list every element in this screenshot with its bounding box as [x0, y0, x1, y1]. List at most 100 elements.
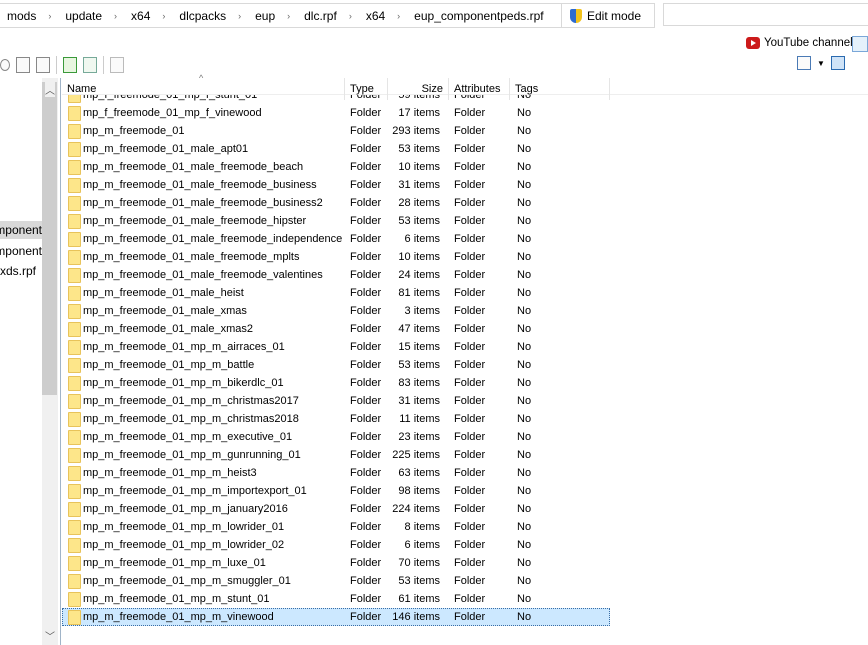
row-name: mp_m_freemode_01_male_freemode_independe…	[83, 233, 343, 245]
shield-icon	[570, 8, 582, 23]
table-row[interactable]: mp_m_freemode_01_mp_m_smuggler_01 Folder…	[62, 572, 610, 590]
row-type: Folder	[350, 377, 382, 389]
breadcrumb-item[interactable]: update ›	[58, 4, 124, 27]
table-row[interactable]: mp_m_freemode_01_mp_m_airraces_01 Folder…	[62, 338, 610, 356]
column-header: ^ Name Type Size Attributes Tags	[62, 73, 868, 100]
import-icon[interactable]	[63, 57, 77, 73]
chevron-right-icon: ›	[287, 10, 291, 21]
folder-icon	[68, 178, 81, 193]
text-editor-icon[interactable]	[16, 57, 30, 73]
search-input[interactable]	[663, 3, 868, 26]
table-row[interactable]: mp_m_freemode_01_male_freemode_mplts Fol…	[62, 248, 610, 266]
row-attributes: Folder	[454, 179, 486, 191]
breadcrumb-item[interactable]: mods ›	[0, 4, 58, 27]
breadcrumb-item[interactable]: x64 ›	[359, 4, 407, 27]
row-name: mp_m_freemode_01_male_freemode_business	[83, 179, 317, 191]
row-attributes: Folder	[454, 413, 486, 425]
table-row[interactable]: mp_m_freemode_01_mp_m_gunrunning_01 Fold…	[62, 446, 610, 464]
table-row[interactable]: mp_m_freemode_01_mp_m_january2016 Folder…	[62, 500, 610, 518]
row-name: mp_m_freemode_01_male_freemode_valentine…	[83, 269, 323, 281]
details-view-icon[interactable]	[797, 56, 811, 70]
table-row[interactable]: mp_m_freemode_01_male_freemode_business2…	[62, 194, 610, 212]
breadcrumb-label: dlc.rpf	[304, 8, 337, 23]
properties-icon[interactable]	[0, 59, 10, 71]
row-name: mp_m_freemode_01_mp_m_stunt_01	[83, 593, 270, 605]
row-tags: No	[517, 359, 532, 371]
edit-mode-button[interactable]: Edit mode	[561, 4, 649, 27]
row-tags: No	[517, 521, 532, 533]
column-tags[interactable]: Tags	[510, 78, 610, 100]
folder-icon	[68, 106, 81, 121]
row-name: mp_m_freemode_01_mp_m_bikerdlc_01	[83, 377, 284, 389]
table-row[interactable]: mp_m_freemode_01_mp_m_lowrider_02 Folder…	[62, 536, 610, 554]
row-tags: No	[517, 287, 532, 299]
table-row[interactable]: mp_m_freemode_01_mp_m_lowrider_01 Folder…	[62, 518, 610, 536]
column-size[interactable]: Size	[388, 78, 449, 100]
toolbar-divider	[103, 56, 104, 74]
table-row[interactable]: mp_m_freemode_01_male_xmas Folder 3 item…	[62, 302, 610, 320]
row-size: 53 items	[398, 143, 440, 155]
text-icon[interactable]	[36, 57, 50, 73]
row-attributes: Folder	[454, 161, 486, 173]
chevron-right-icon: ›	[238, 10, 242, 21]
row-attributes: Folder	[454, 305, 486, 317]
breadcrumb-item[interactable]: x64 ›	[124, 4, 172, 27]
row-name: mp_m_freemode_01_mp_m_gunrunning_01	[83, 449, 301, 461]
row-name: mp_m_freemode_01_male_heist	[83, 287, 244, 299]
breadcrumb-item[interactable]: dlcpacks ›	[172, 4, 248, 27]
row-attributes: Folder	[454, 251, 486, 263]
export-icon[interactable]	[83, 57, 97, 73]
row-tags: No	[517, 611, 532, 623]
table-row[interactable]: mp_m_freemode_01_mp_m_christmas2017 Fold…	[62, 392, 610, 410]
breadcrumb-item[interactable]: eup ›	[248, 4, 297, 27]
table-row[interactable]: mp_m_freemode_01_mp_m_bikerdlc_01 Folder…	[62, 374, 610, 392]
column-name[interactable]: Name	[62, 78, 345, 100]
table-row[interactable]: mp_m_freemode_01_mp_m_executive_01 Folde…	[62, 428, 610, 446]
panel-toggle-button[interactable]	[852, 36, 868, 52]
folder-icon	[68, 160, 81, 175]
youtube-channel-link[interactable]: YouTube channel	[746, 37, 853, 49]
row-size: 224 items	[392, 503, 440, 515]
breadcrumb-item[interactable]: dlc.rpf ›	[297, 4, 359, 27]
replace-icon[interactable]	[110, 57, 124, 73]
table-row[interactable]: mp_m_freemode_01_mp_m_stunt_01 Folder 61…	[62, 590, 610, 608]
column-attributes[interactable]: Attributes	[449, 78, 510, 100]
table-row[interactable]: mp_m_freemode_01_mp_m_heist3 Folder 63 i…	[62, 464, 610, 482]
folder-icon	[68, 466, 81, 481]
breadcrumb-label: x64	[365, 8, 386, 23]
table-row[interactable]: mp_m_freemode_01_male_freemode_business …	[62, 176, 610, 194]
row-type: Folder	[350, 359, 382, 371]
table-row[interactable]: mp_m_freemode_01_mp_m_battle Folder 53 i…	[62, 356, 610, 374]
chevron-right-icon: ›	[162, 10, 166, 21]
row-attributes: Folder	[454, 359, 486, 371]
table-row[interactable]: mp_f_freemode_01_mp_f_vinewood Folder 17…	[62, 104, 610, 122]
chevron-down-icon[interactable]: ▼	[817, 59, 825, 68]
row-tags: No	[517, 215, 532, 227]
folder-icon	[68, 448, 81, 463]
folder-icon	[68, 358, 81, 373]
table-row[interactable]: mp_m_freemode_01_male_freemode_independe…	[62, 230, 610, 248]
table-row[interactable]: mp_m_freemode_01_mp_m_luxe_01 Folder 70 …	[62, 554, 610, 572]
column-type[interactable]: Type	[345, 78, 388, 100]
row-type: Folder	[350, 485, 382, 497]
table-row[interactable]: mp_m_freemode_01_male_freemode_hipster F…	[62, 212, 610, 230]
row-tags: No	[517, 449, 532, 461]
row-tags: No	[517, 143, 532, 155]
table-row[interactable]: mp_m_freemode_01_mp_m_importexport_01 Fo…	[62, 482, 610, 500]
chevron-right-icon: ›	[48, 10, 52, 21]
table-row[interactable]: mp_m_freemode_01 Folder 293 items Folder…	[62, 122, 610, 140]
row-name: mp_m_freemode_01_male_xmas2	[83, 323, 253, 335]
preview-pane-icon[interactable]	[830, 56, 845, 70]
folder-icon	[68, 538, 81, 553]
row-type: Folder	[350, 215, 382, 227]
table-row[interactable]: mp_m_freemode_01_mp_m_christmas2018 Fold…	[62, 410, 610, 428]
breadcrumb-item[interactable]: eup_componentpeds.rpf	[407, 4, 550, 27]
row-name: mp_m_freemode_01	[83, 125, 185, 137]
table-row[interactable]: mp_m_freemode_01_mp_m_vinewood Folder 14…	[62, 608, 610, 626]
table-row[interactable]: mp_m_freemode_01_male_freemode_beach Fol…	[62, 158, 610, 176]
row-type: Folder	[350, 125, 382, 137]
table-row[interactable]: mp_m_freemode_01_male_heist Folder 81 it…	[62, 284, 610, 302]
table-row[interactable]: mp_m_freemode_01_male_freemode_valentine…	[62, 266, 610, 284]
table-row[interactable]: mp_m_freemode_01_male_xmas2 Folder 47 it…	[62, 320, 610, 338]
table-row[interactable]: mp_m_freemode_01_male_apt01 Folder 53 it…	[62, 140, 610, 158]
